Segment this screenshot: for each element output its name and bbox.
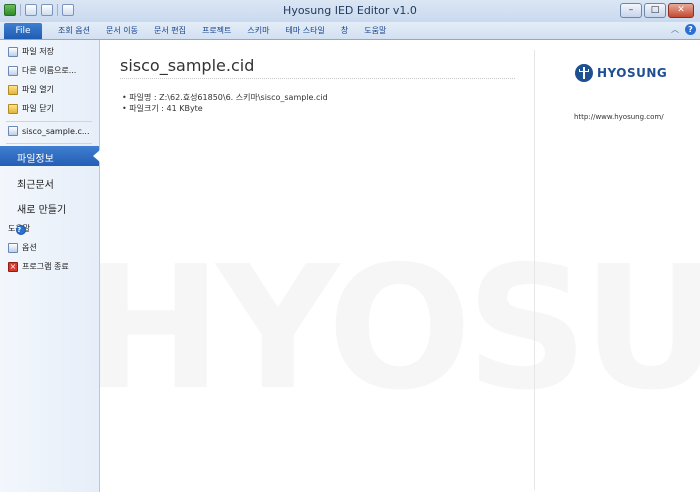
file-title: sisco_sample.cid — [120, 56, 255, 75]
menu-document-edit[interactable]: 문서 편집 — [146, 25, 194, 36]
sidebar-item-label: 파일정보 — [17, 154, 54, 165]
panel-divider — [534, 50, 535, 490]
help-icon[interactable]: ? — [685, 24, 696, 35]
watermark-text: HYOSUNG — [100, 240, 700, 428]
sidebar-item-help[interactable]: ? 도움말 — [8, 223, 30, 235]
brand-name: HYOSUNG — [597, 66, 668, 80]
hyosung-logo-icon — [575, 64, 593, 82]
title-divider — [120, 78, 515, 79]
exit-icon: × — [8, 261, 18, 272]
help-area: ︿ ? — [671, 24, 696, 35]
menu-help[interactable]: 도움말 — [356, 25, 394, 36]
options-icon — [8, 242, 18, 253]
sidebar-item-label: 옵션 — [22, 243, 37, 252]
sidebar-item-open[interactable]: 파일 열기 — [8, 84, 54, 95]
sidebar-item-options[interactable]: 옵션 — [8, 242, 37, 253]
menu-items: 조회 옵션 문서 이동 문서 편집 프로젝트 스키마 테마 스타일 창 도움말 — [50, 25, 394, 36]
window-controls: – □ ✕ — [620, 3, 694, 18]
close-button[interactable]: ✕ — [668, 3, 694, 18]
sidebar-item-recent-documents[interactable]: 최근문서 — [17, 176, 54, 191]
hyosung-logo: HYOSUNG — [575, 64, 667, 82]
menu-bar: File 조회 옵션 문서 이동 문서 편집 프로젝트 스키마 테마 스타일 창… — [0, 22, 700, 40]
sidebar-item-save-as[interactable]: 다른 이름으로... — [8, 65, 76, 76]
sidebar-item-file-info[interactable]: 파일정보 — [0, 146, 100, 166]
file-tab[interactable]: File — [4, 23, 42, 39]
sidebar-divider — [6, 121, 92, 122]
menu-theme-style[interactable]: 테마 스타일 — [278, 25, 333, 36]
save-icon — [8, 46, 18, 57]
save-as-icon — [8, 65, 18, 76]
file-path: • 파일명 : Z:\62.효성61850\6. 스키마\sisco_sampl… — [122, 93, 328, 102]
folder-open-icon — [8, 84, 18, 95]
menu-document-navigation[interactable]: 문서 이동 — [98, 25, 146, 36]
menu-view-options[interactable]: 조회 옵션 — [50, 25, 98, 36]
menu-window[interactable]: 창 — [333, 25, 356, 36]
folder-close-icon — [8, 103, 18, 114]
brand-watermark: HYOSUNG — [100, 240, 700, 440]
sidebar-recent-file[interactable]: sisco_sample.c... — [8, 126, 90, 136]
file-info-panel: HYOSUNG sisco_sample.cid • 파일명 : Z:\62.효… — [100, 40, 700, 492]
sidebar-item-label: 다른 이름으로... — [22, 66, 77, 75]
file-size: • 파일크기 : 41 KByte — [122, 104, 203, 113]
sidebar-item-label: 프로그램 종료 — [22, 262, 69, 271]
minimize-button[interactable]: – — [620, 3, 642, 18]
document-icon — [8, 126, 18, 136]
title-bar: Hyosung IED Editor v1.0 – □ ✕ — [0, 0, 700, 23]
sidebar-item-label: 파일 닫기 — [22, 104, 54, 113]
menu-schema[interactable]: 스키마 — [239, 25, 277, 36]
window-title: Hyosung IED Editor v1.0 — [283, 4, 417, 17]
sidebar-item-label: 파일 저장 — [22, 47, 54, 56]
sidebar-item-new[interactable]: 새로 만들기 — [17, 201, 66, 216]
recent-file-name: sisco_sample.c... — [22, 126, 90, 136]
brand-url[interactable]: http://www.hyosung.com/ — [574, 113, 664, 121]
backstage-sidebar: 파일 저장 다른 이름으로... 파일 열기 파일 닫기 sisco_sampl… — [0, 40, 100, 492]
chevron-up-icon[interactable]: ︿ — [671, 24, 679, 35]
sidebar-item-close[interactable]: 파일 닫기 — [8, 103, 54, 114]
sidebar-item-label: 파일 열기 — [22, 85, 54, 94]
sidebar-divider — [6, 143, 92, 144]
menu-project[interactable]: 프로젝트 — [194, 25, 239, 36]
sidebar-item-save[interactable]: 파일 저장 — [8, 46, 54, 57]
maximize-button[interactable]: □ — [644, 3, 666, 18]
sidebar-item-exit[interactable]: × 프로그램 종료 — [8, 261, 69, 272]
selection-pointer-icon — [93, 150, 100, 162]
